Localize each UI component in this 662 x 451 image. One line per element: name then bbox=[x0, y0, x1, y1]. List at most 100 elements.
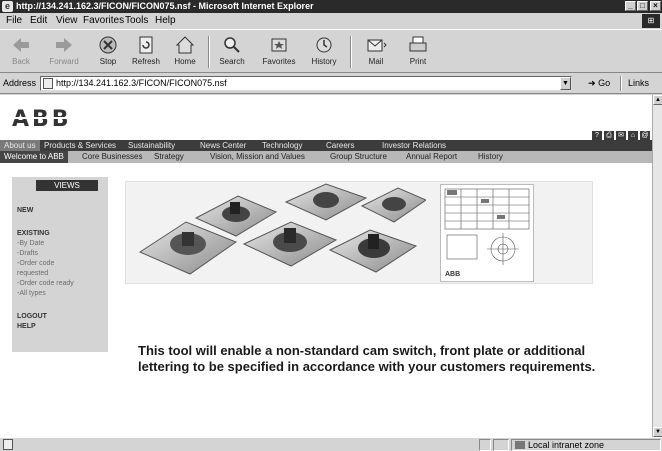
go-arrow-icon: ➜ bbox=[588, 78, 596, 88]
print-label: Print bbox=[409, 57, 427, 66]
back-button[interactable]: Back bbox=[4, 33, 38, 71]
address-input[interactable]: http://134.241.162.3/FICON/FICON075.nsf bbox=[40, 76, 572, 91]
nav-annual-report[interactable]: Annual Report bbox=[406, 151, 457, 163]
datasheet-abb-logo: ABB bbox=[445, 271, 461, 278]
sidebar-item-logout[interactable]: LOGOUT bbox=[17, 313, 47, 320]
stop-label: Stop bbox=[99, 57, 117, 66]
search-icon bbox=[224, 37, 240, 53]
toolbar-separator bbox=[350, 36, 352, 68]
sidebar-item-existing[interactable]: EXISTING bbox=[17, 230, 50, 237]
views-header: VIEWS bbox=[36, 180, 98, 191]
nav-products-services[interactable]: Products & Services bbox=[44, 140, 116, 151]
primary-nav: About us Products & Services Sustainabil… bbox=[0, 140, 652, 151]
zone-label: Local intranet zone bbox=[528, 440, 605, 450]
forward-label: Forward bbox=[49, 57, 79, 66]
favorites-icon bbox=[271, 38, 287, 52]
sidebar-item-help[interactable]: HELP bbox=[17, 323, 36, 330]
sidebar-item-order-code[interactable]: -Order code bbox=[17, 260, 54, 267]
sidebar-item-new[interactable]: NEW bbox=[17, 207, 33, 214]
internet-explorer-icon: e bbox=[2, 1, 13, 12]
search-button[interactable]: Search bbox=[212, 33, 252, 71]
nav-investor-relations[interactable]: Investor Relations bbox=[382, 140, 446, 151]
sidebar-item-all-types[interactable]: -All types bbox=[17, 290, 46, 297]
sidebar-item-order-code-ready[interactable]: -Order code ready bbox=[17, 280, 74, 287]
favorites-label: Favorites bbox=[262, 57, 296, 66]
secondary-nav: Welcome to ABB Core Businesses Strategy … bbox=[0, 151, 652, 163]
nav-welcome[interactable]: Welcome to ABB bbox=[0, 151, 68, 163]
menu-tools[interactable]: Tools bbox=[125, 13, 148, 29]
datasheet-drawing bbox=[444, 188, 530, 265]
stop-icon bbox=[99, 36, 117, 54]
forward-arrow-icon bbox=[56, 38, 72, 52]
back-label: Back bbox=[12, 57, 30, 66]
menu-edit[interactable]: Edit bbox=[30, 13, 47, 29]
links-button[interactable]: Links bbox=[628, 78, 649, 88]
stop-button[interactable]: Stop bbox=[92, 33, 124, 71]
refresh-button[interactable]: Refresh bbox=[128, 33, 164, 71]
title-bar: e http://134.241.162.3/FICON/FICON075.ns… bbox=[0, 0, 662, 13]
menu-bar: File Edit View Favorites Tools Help ⊞ bbox=[0, 13, 662, 29]
minimize-button[interactable]: _ bbox=[625, 1, 636, 11]
maximize-button[interactable]: □ bbox=[637, 1, 648, 11]
status-pane bbox=[493, 439, 509, 451]
nav-history[interactable]: History bbox=[478, 151, 503, 163]
nav-sustainability[interactable]: Sustainability bbox=[128, 140, 175, 151]
mail-label: Mail bbox=[368, 57, 384, 66]
home-icon bbox=[175, 36, 195, 54]
page-icon bbox=[43, 78, 53, 89]
windows-logo-icon: ⊞ bbox=[642, 14, 660, 28]
nav-core-businesses[interactable]: Core Businesses bbox=[82, 151, 142, 163]
views-sidebar: VIEWS NEW EXISTING -By Date -Drafts -Ord… bbox=[12, 177, 108, 352]
close-button[interactable]: × bbox=[650, 1, 661, 11]
history-label: History bbox=[311, 57, 337, 66]
back-arrow-icon bbox=[13, 38, 29, 52]
home-button[interactable]: Home bbox=[168, 33, 202, 71]
sidebar-item-by-date[interactable]: -By Date bbox=[17, 240, 44, 247]
scroll-down-arrow-icon[interactable]: ▼ bbox=[653, 427, 662, 437]
address-separator bbox=[620, 76, 622, 91]
mail-icon bbox=[367, 39, 387, 52]
browser-window: e http://134.241.162.3/FICON/FICON075.ns… bbox=[0, 0, 662, 451]
menu-file[interactable]: File bbox=[6, 13, 22, 29]
history-button[interactable]: History bbox=[304, 33, 344, 71]
print-icon bbox=[409, 36, 427, 52]
history-icon bbox=[316, 37, 332, 53]
forward-button[interactable]: Forward bbox=[44, 33, 84, 71]
go-label: Go bbox=[598, 78, 611, 88]
nav-about-us[interactable]: About us bbox=[0, 140, 40, 151]
nav-group-structure[interactable]: Group Structure bbox=[330, 151, 387, 163]
page-content: ABB ? ⎙ ✉ ⌂ @ About us Products & Services S… bbox=[0, 95, 652, 437]
mail-button[interactable]: Mail bbox=[356, 33, 396, 71]
sidebar-item-requested[interactable]: requested bbox=[17, 270, 48, 277]
abb-logo[interactable]: ABB bbox=[12, 107, 72, 132]
refresh-label: Refresh bbox=[131, 57, 160, 66]
nav-technology[interactable]: Technology bbox=[262, 140, 302, 151]
menu-favorites[interactable]: Favorites bbox=[83, 13, 124, 29]
menu-view[interactable]: View bbox=[56, 13, 78, 29]
vertical-scrollbar[interactable]: ▲ ▼ bbox=[652, 95, 662, 437]
window-title: http://134.241.162.3/FICON/FICON075.nsf … bbox=[16, 1, 314, 11]
intro-message: This tool will enable a non-standard cam… bbox=[138, 343, 596, 374]
nav-careers[interactable]: Careers bbox=[326, 140, 354, 151]
cam-switches-image bbox=[138, 183, 428, 275]
address-bar: Address http://134.241.162.3/FICON/FICON… bbox=[0, 73, 662, 94]
page-status-icon bbox=[3, 439, 13, 450]
security-zone: Local intranet zone bbox=[511, 439, 661, 451]
favorites-button[interactable]: Favorites bbox=[256, 33, 302, 71]
standard-toolbar: Back Forward Stop Refresh Home Search Fa… bbox=[0, 29, 662, 73]
scroll-up-arrow-icon[interactable]: ▲ bbox=[653, 95, 662, 105]
toolbar-separator bbox=[208, 36, 210, 68]
nav-news-center[interactable]: News Center bbox=[200, 140, 246, 151]
go-button[interactable]: ➜ Go bbox=[588, 78, 610, 89]
technical-datasheet-image: ABB bbox=[440, 184, 534, 282]
sidebar-item-drafts[interactable]: -Drafts bbox=[17, 250, 38, 257]
print-button[interactable]: Print bbox=[400, 33, 436, 71]
status-bar: Local intranet zone bbox=[0, 437, 662, 451]
address-label: Address bbox=[3, 78, 37, 88]
product-banner: ABB bbox=[125, 181, 593, 284]
address-dropdown-button[interactable]: ▼ bbox=[560, 77, 571, 90]
refresh-icon bbox=[139, 36, 153, 54]
menu-help[interactable]: Help bbox=[155, 13, 176, 29]
nav-vision-mission-values[interactable]: Vision, Mission and Values bbox=[210, 151, 305, 163]
nav-strategy[interactable]: Strategy bbox=[154, 151, 184, 163]
